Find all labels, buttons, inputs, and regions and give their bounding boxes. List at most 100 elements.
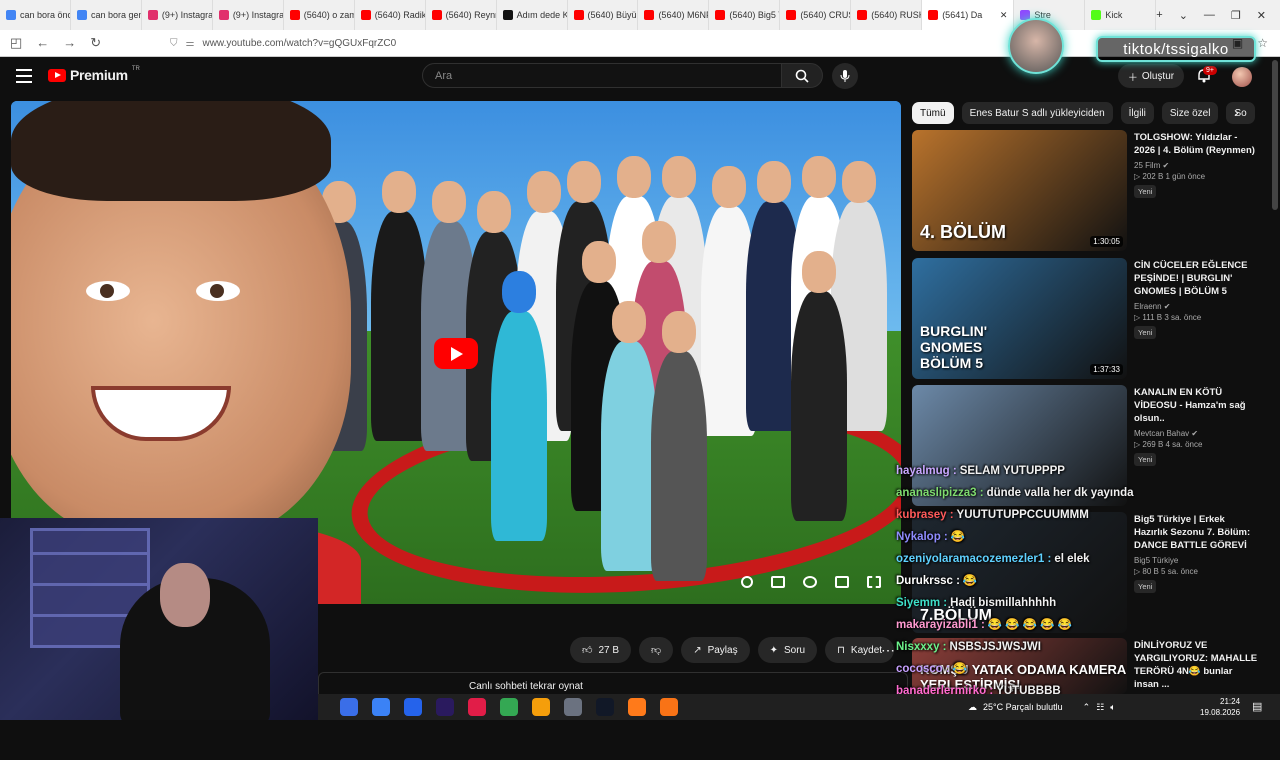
chat-username: cocosco : <box>896 663 950 675</box>
person-head <box>662 156 696 198</box>
video-title[interactable]: TOLGSHOW: Yıldızlar - 2026 | 4. Bölüm (R… <box>1134 131 1258 157</box>
settings-gear-icon[interactable] <box>803 576 817 588</box>
share-button[interactable]: ↗ Paylaş <box>681 637 750 663</box>
new-tab-button[interactable]: + <box>1156 9 1162 22</box>
taskbar-app-icon[interactable] <box>532 698 550 716</box>
browser-tab[interactable]: (5640) Big5 T <box>709 0 781 30</box>
filter-chip[interactable]: İlgili <box>1120 102 1154 124</box>
filter-chip[interactable]: Tümü <box>912 102 954 124</box>
pause-icon[interactable] <box>741 576 753 588</box>
chat-username: makarayizabli1 : <box>896 619 985 631</box>
sidebar-scrollbar[interactable] <box>1272 60 1278 210</box>
browser-tab[interactable]: (5640) CRUSI <box>780 0 852 30</box>
browser-tab[interactable]: can bora gen <box>71 0 142 30</box>
tab-label: (9+) Instagra <box>232 10 284 20</box>
tab-favicon-icon <box>573 10 584 20</box>
voice-search-button[interactable] <box>832 63 858 89</box>
notification-center-icon[interactable]: ▤ <box>1252 700 1262 713</box>
permissions-icon[interactable]: ⚌ <box>186 38 195 49</box>
video-thumbnail[interactable]: BURGLIN' GNOMES BÖLÜM 5 1:37:33 <box>912 258 1127 379</box>
sidebar-toggle-icon[interactable]: ◰ <box>10 35 22 51</box>
weather-text[interactable]: 25°C Parçalı bulutlu <box>983 702 1063 712</box>
player-controls <box>741 576 881 588</box>
browser-tab[interactable]: (9+) Instagra <box>213 0 284 30</box>
browser-tab[interactable]: (5641) Da ✕ <box>922 0 1015 30</box>
ask-button[interactable]: ✦ Soru <box>757 637 818 663</box>
browser-tab[interactable]: Adım dede K <box>497 0 568 30</box>
recommended-video[interactable]: BURGLIN' GNOMES BÖLÜM 5 1:37:33 CİN CÜCELE… <box>912 258 1252 380</box>
browser-tab[interactable]: (5640) M6NF <box>638 0 710 30</box>
tab-label: (5640) Radik <box>374 10 426 20</box>
chat-text: 😂 <box>952 663 968 675</box>
search-button[interactable] <box>781 63 823 88</box>
video-title[interactable]: KANALIN EN KÖTÜ VİDEOSU - Hamza'm sağ ol… <box>1134 386 1258 425</box>
taskbar-app-icon[interactable] <box>372 698 390 716</box>
minimize-button[interactable]: — <box>1204 9 1215 22</box>
url-field[interactable]: ⛉ ⚌ www.youtube.com/watch?v=gQGUxFqrZC0 <box>170 38 910 49</box>
shield-icon[interactable]: ⛉ <box>170 38 178 49</box>
chat-text: el elek <box>1054 553 1090 565</box>
back-icon[interactable]: ← <box>36 35 49 51</box>
browser-tab[interactable]: can bora önc <box>0 0 71 30</box>
browser-tab[interactable]: (5640) o zam <box>284 0 355 30</box>
channel-name[interactable]: Elraenn ✔ <box>1134 302 1258 311</box>
taskbar-app-icon[interactable] <box>404 698 422 716</box>
tab-favicon-icon <box>360 10 371 20</box>
browser-tab[interactable]: (5640) Reynm <box>426 0 497 30</box>
subtitles-icon[interactable] <box>771 576 785 588</box>
close-window-button[interactable]: ✕ <box>1257 9 1266 22</box>
taskbar-app-icon[interactable] <box>340 698 358 716</box>
browser-tab-bar: can bora önc can bora gen (9+) Instagra (9+… <box>0 0 1280 30</box>
browser-tab[interactable]: (5640) RUSH <box>851 0 923 30</box>
taskbar-app-icon[interactable] <box>500 698 518 716</box>
taskbar-app-icon[interactable] <box>564 698 582 716</box>
browser-tab[interactable]: (9+) Instagra <box>142 0 213 30</box>
chat-message: makarayizabli1 : 😂 😂 😂 😂 😂 <box>896 614 1176 636</box>
browser-tab[interactable]: (5640) Radik <box>355 0 426 30</box>
fullscreen-icon[interactable] <box>867 576 881 588</box>
filter-chip[interactable]: Size özel <box>1161 102 1219 124</box>
volume-icon[interactable]: 🔈︎ <box>1110 702 1115 713</box>
video-title[interactable]: CİN CÜCELER EĞLENCE PEŞİNDE! | BURGLIN' … <box>1134 259 1258 298</box>
theater-mode-icon[interactable] <box>835 576 849 588</box>
browser-tab[interactable]: Kick <box>1085 0 1157 30</box>
network-icon[interactable]: ☷ <box>1096 702 1104 713</box>
taskbar-app-icon[interactable] <box>468 698 486 716</box>
weather-icon[interactable]: ☁ <box>968 702 977 713</box>
chevron-up-icon[interactable]: ⌃ <box>1083 702 1091 713</box>
channel-name[interactable]: 25 Film ✔ <box>1134 161 1258 170</box>
tab-list-button[interactable]: ⌄ <box>1179 9 1188 22</box>
filter-chip[interactable]: Enes Batur S adlı yükleyiciden <box>961 102 1113 124</box>
clock-time: 21:24 <box>1220 697 1241 706</box>
tab-favicon-icon <box>6 10 16 20</box>
tab-label: Kick <box>1105 10 1123 20</box>
thumbs-up-icon: 👍︎ <box>582 645 593 656</box>
taskbar-clock[interactable]: 21:24 19.08.2026 <box>1200 696 1240 718</box>
taskbar-app-icon[interactable] <box>436 698 454 716</box>
youtube-premium-logo[interactable]: Premium TR <box>48 66 140 83</box>
like-button[interactable]: 👍︎ 27 B <box>570 637 632 663</box>
browser-tab[interactable]: (5640) Büyük <box>568 0 639 30</box>
play-button[interactable] <box>434 338 478 369</box>
channel-name[interactable]: Mevtcan Bahav ✔ <box>1134 429 1258 438</box>
restore-button[interactable]: ❐ <box>1231 9 1241 22</box>
person-head <box>642 221 676 263</box>
filter-chip[interactable]: So <box>1226 102 1255 124</box>
reload-icon[interactable]: ↻ <box>90 35 101 51</box>
close-tab-icon[interactable]: ✕ <box>1000 10 1008 21</box>
dislike-button[interactable]: 👎︎ <box>639 637 674 663</box>
tab-favicon-icon <box>786 10 797 20</box>
forward-icon[interactable]: → <box>63 35 76 51</box>
bookmark-star-icon[interactable]: ☆ <box>1257 36 1268 50</box>
chevron-right-icon[interactable]: › <box>1234 104 1239 120</box>
taskbar-app-icon[interactable] <box>628 698 646 716</box>
taskbar-app-icon[interactable] <box>596 698 614 716</box>
taskbar-app-icon[interactable] <box>660 698 678 716</box>
recommended-video[interactable]: 4. BÖLÜM 1:30:05 TOLGSHOW: Yıldızlar - 202… <box>912 130 1255 252</box>
menu-icon[interactable] <box>16 69 32 83</box>
search-input[interactable]: Ara <box>422 63 782 88</box>
video-thumbnail[interactable]: 4. BÖLÜM 1:30:05 <box>912 130 1127 251</box>
tab-favicon-icon <box>147 10 158 20</box>
create-button[interactable]: ＋ Oluştur <box>1118 64 1184 88</box>
avatar[interactable] <box>1232 67 1252 87</box>
